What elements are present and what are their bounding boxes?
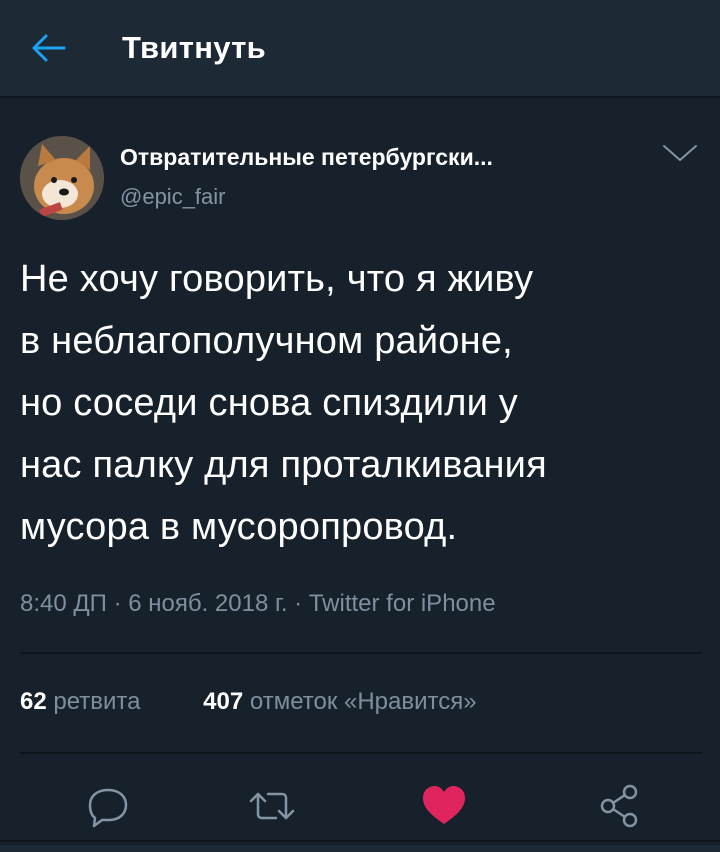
divider <box>20 652 702 654</box>
chevron-down-icon <box>663 145 697 161</box>
author-name[interactable]: Отвратительные петербургски... <box>120 144 493 171</box>
back-button[interactable] <box>26 26 70 70</box>
tweet-date: 6 нояб. 2018 г. <box>128 590 288 617</box>
tweet-source-link[interactable]: Twitter for iPhone <box>309 590 496 617</box>
tweet-text-line: нас палку для проталкивания <box>20 444 547 486</box>
reply-button[interactable] <box>82 780 134 832</box>
tweet-text-line: в неблагополучном районе, <box>20 320 513 362</box>
tweet-actions <box>0 774 720 844</box>
share-button[interactable] <box>594 780 646 832</box>
meta-separator: · <box>294 590 303 617</box>
page-title: Твитнуть <box>122 30 267 65</box>
like-button[interactable] <box>418 780 470 832</box>
share-icon <box>600 784 638 828</box>
retweets-label: ретвита <box>53 688 141 715</box>
divider <box>0 840 720 842</box>
likes-count: 407 <box>203 688 244 715</box>
meta-separator: · <box>113 590 122 617</box>
tweet-meta: 8:40 ДП · 6 нояб. 2018 г. · Twitter for … <box>20 590 496 618</box>
top-bar: Твитнуть <box>0 0 720 98</box>
divider <box>20 752 702 754</box>
bottom-bar <box>0 845 720 852</box>
retweet-icon <box>249 792 295 820</box>
likes-label: отметок «Нравится» <box>249 688 477 715</box>
tweet-text: Не хочу говорить, что я живу в неблагопо… <box>20 248 710 558</box>
tweet-text-line: мусора в мусоропровод. <box>20 506 458 548</box>
tweet-text-line: но соседи снова спиздили у <box>20 382 519 424</box>
author-handle[interactable]: @epic_fair <box>120 184 226 210</box>
dog-avatar-image <box>20 136 104 220</box>
tweet-options-button[interactable] <box>660 140 700 168</box>
tweet-stats: 62 ретвита 407 отметок «Нравится» <box>20 688 477 716</box>
retweet-button[interactable] <box>246 780 298 832</box>
tweet-text-line: Не хочу говорить, что я живу <box>20 258 534 300</box>
heart-icon <box>423 786 465 824</box>
retweets-stat[interactable]: 62 ретвита <box>20 688 141 716</box>
reply-icon <box>88 788 128 828</box>
tweet-time: 8:40 ДП <box>20 590 107 617</box>
arrow-left-icon <box>32 34 66 62</box>
avatar[interactable] <box>20 136 104 220</box>
likes-stat[interactable]: 407 отметок «Нравится» <box>203 688 476 716</box>
retweets-count: 62 <box>20 688 47 715</box>
